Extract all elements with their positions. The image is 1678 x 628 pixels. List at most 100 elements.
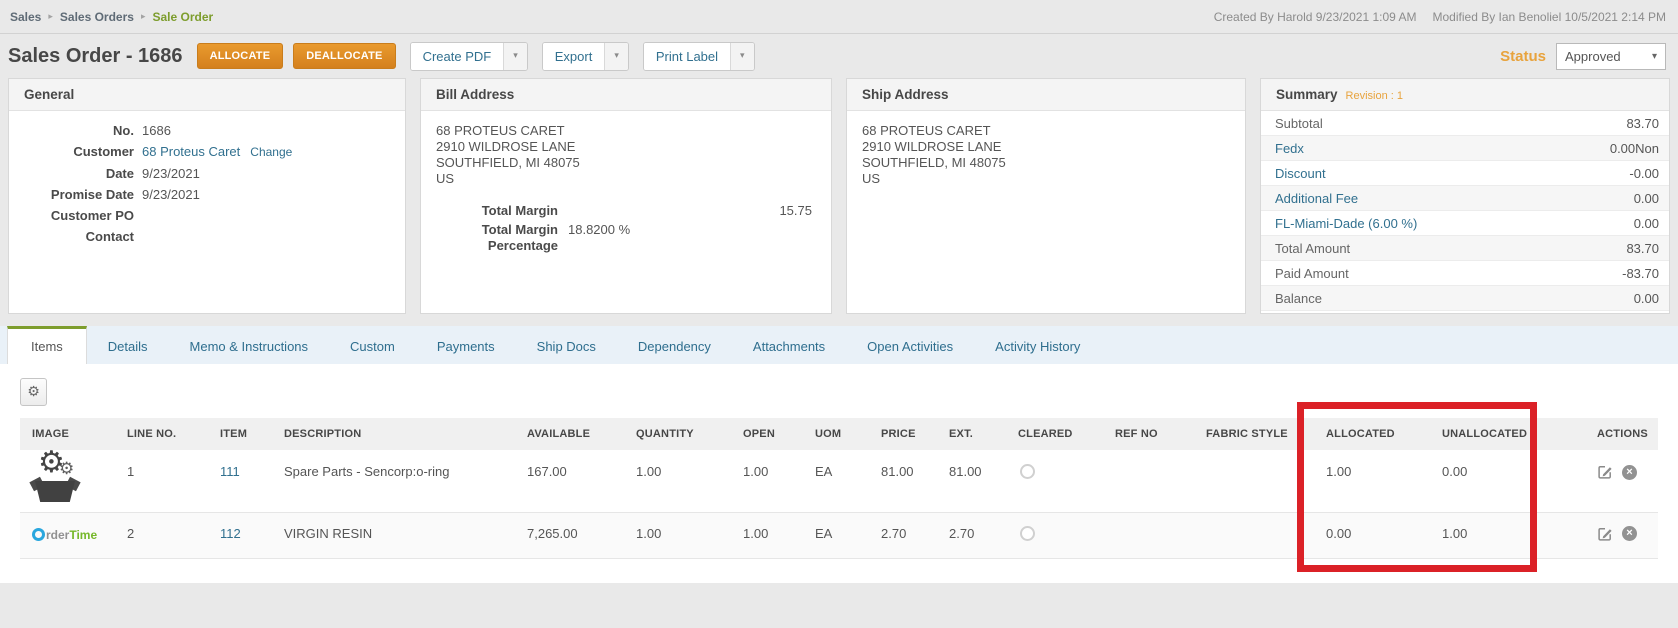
breadcrumb-sales-orders[interactable]: Sales Orders (60, 10, 134, 24)
allocated-cell: 0.00 (1314, 512, 1430, 559)
ship-address-panel: Ship Address 68 PROTEUS CARET 2910 WILDR… (846, 78, 1246, 314)
tab-memo-instructions[interactable]: Memo & Instructions (169, 326, 330, 364)
summary-row-discount: Discount -0.00 (1261, 161, 1669, 186)
col-line-no: LINE NO. (115, 418, 208, 450)
edit-line-icon[interactable] (1597, 526, 1613, 542)
audit-info: Created By Harold 9/23/2021 1:09 AM Modi… (1214, 10, 1666, 24)
ship-address-line: US (862, 171, 881, 186)
discount-link[interactable]: Discount (1275, 166, 1326, 181)
date-value: 9/23/2021 (142, 166, 200, 181)
item-link[interactable]: 112 (220, 526, 241, 541)
field-label-customer-po: Customer PO (50, 208, 134, 223)
ordertime-circle-icon (32, 528, 45, 541)
summary-row-paid: Paid Amount -83.70 (1261, 261, 1669, 286)
col-quantity: QUANTITY (624, 418, 731, 450)
breadcrumb-sales[interactable]: Sales (10, 10, 41, 24)
edit-line-icon[interactable] (1597, 464, 1613, 480)
tab-activity-history[interactable]: Activity History (974, 326, 1101, 364)
uom-cell: EA (803, 450, 869, 513)
tab-dependency[interactable]: Dependency (617, 326, 732, 364)
create-pdf-label[interactable]: Create PDF (410, 42, 504, 70)
field-label-contact: Contact (85, 229, 134, 244)
tax-value: 0.00 (1633, 215, 1659, 231)
ship-address-line: 68 PROTEUS CARET (862, 123, 991, 138)
tab-payments[interactable]: Payments (416, 326, 516, 364)
modified-by-text: Modified By Ian Benoliel 10/5/2021 2:14 … (1432, 9, 1666, 24)
discount-value: -0.00 (1629, 165, 1659, 181)
col-ext: EXT. (937, 418, 1006, 450)
items-table: IMAGE LINE NO. ITEM DESCRIPTION AVAILABL… (20, 418, 1658, 559)
col-fabric-style: FABRIC STYLE (1194, 418, 1314, 450)
create-pdf-button[interactable]: Create PDF ▾ (409, 41, 528, 71)
tax-link[interactable]: FL-Miami-Dade (6.00 %) (1275, 216, 1417, 231)
tab-open-activities[interactable]: Open Activities (846, 326, 974, 364)
breadcrumb: Sales ▸ Sales Orders ▸ Sale Order (10, 10, 213, 24)
tab-custom[interactable]: Custom (329, 326, 416, 364)
col-item: ITEM (208, 418, 272, 450)
print-label-dropdown[interactable]: ▾ (730, 42, 754, 70)
col-ref-no: REF NO (1103, 418, 1194, 450)
print-label-label[interactable]: Print Label (643, 42, 731, 70)
tab-details[interactable]: Details (87, 326, 169, 364)
bill-address-title: Bill Address (421, 79, 831, 111)
price-cell: 81.00 (869, 450, 937, 513)
export-label[interactable]: Export (542, 42, 605, 70)
change-customer-link[interactable]: Change (250, 145, 292, 159)
additional-fee-link[interactable]: Additional Fee (1275, 191, 1358, 206)
open-cell: 1.00 (731, 450, 803, 513)
col-unallocated: UNALLOCATED (1430, 418, 1585, 450)
open-cell: 1.00 (731, 512, 803, 559)
fedx-value: 0.00Non (1609, 140, 1659, 156)
cleared-radio[interactable] (1020, 464, 1035, 479)
summary-row-shipping: Fedx 0.00Non (1261, 136, 1669, 161)
tab-items[interactable]: Items (7, 326, 87, 364)
summary-row-total: Total Amount 83.70 (1261, 236, 1669, 261)
tab-ship-docs[interactable]: Ship Docs (516, 326, 617, 364)
create-pdf-dropdown[interactable]: ▾ (503, 42, 527, 70)
balance-label: Balance (1275, 290, 1322, 306)
quantity-cell: 1.00 (624, 512, 731, 559)
balance-value: 0.00 (1633, 290, 1659, 306)
export-dropdown[interactable]: ▾ (604, 42, 628, 70)
delete-line-icon[interactable]: × (1622, 464, 1637, 480)
description-cell: VIRGIN RESIN (272, 512, 515, 559)
col-cleared: CLEARED (1006, 418, 1103, 450)
summary-row-tax: FL-Miami-Dade (6.00 %) 0.00 (1261, 211, 1669, 236)
info-panels: General No. 1686 Customer 68 Proteus Caret… (0, 78, 1678, 314)
status-select[interactable]: Approved ▾ (1556, 42, 1666, 70)
export-button[interactable]: Export ▾ (541, 41, 629, 71)
paid-amount-value: -83.70 (1622, 265, 1659, 281)
print-label-button[interactable]: Print Label ▾ (642, 41, 755, 71)
subtotal-value: 83.70 (1626, 115, 1659, 131)
chevron-down-icon: ▾ (1651, 50, 1657, 62)
item-link[interactable]: 111 (220, 464, 240, 479)
general-panel: General No. 1686 Customer 68 Proteus Caret… (8, 78, 406, 314)
deallocate-button[interactable]: DEALLOCATE (293, 43, 396, 69)
total-margin-percentage-value: 18.8200 % (568, 222, 631, 237)
general-panel-title: General (9, 79, 405, 111)
summary-row-balance: Balance 0.00 (1261, 286, 1669, 311)
unallocated-cell: 0.00 (1430, 450, 1585, 513)
col-image: IMAGE (20, 418, 115, 450)
order-header: Sales Order - 1686 ALLOCATE DEALLOCATE C… (0, 34, 1678, 78)
ship-address-line: 2910 WILDROSE LANE (862, 139, 1002, 154)
paid-amount-label: Paid Amount (1275, 265, 1349, 281)
grid-settings-button[interactable]: ⚙ (20, 378, 47, 406)
fedx-link[interactable]: Fedx (1275, 141, 1304, 156)
delete-line-icon[interactable]: × (1622, 526, 1637, 541)
items-section: ⚙ IMAGE LINE NO. ITEM DESCRIPTION AVAILA… (0, 364, 1678, 583)
subtotal-label: Subtotal (1275, 115, 1323, 131)
tab-attachments[interactable]: Attachments (732, 326, 846, 364)
spare-parts-item-image: ⚙ ⚙ (29, 448, 81, 503)
allocate-button[interactable]: ALLOCATE (196, 43, 284, 69)
cleared-radio[interactable] (1020, 525, 1035, 541)
total-margin-value: 15.75 (779, 203, 812, 218)
summary-panel: Summary Revision : 1 Subtotal 83.70 Fedx 0… (1260, 78, 1670, 314)
gear-icon: ⚙ (27, 384, 40, 400)
price-cell: 2.70 (869, 512, 937, 559)
bill-address-line: SOUTHFIELD, MI 48075 (436, 155, 580, 170)
customer-link[interactable]: 68 Proteus Caret (142, 144, 240, 159)
ext-cell: 81.00 (937, 450, 1006, 513)
ref-no-cell (1103, 512, 1194, 559)
col-available: AVAILABLE (515, 418, 624, 450)
